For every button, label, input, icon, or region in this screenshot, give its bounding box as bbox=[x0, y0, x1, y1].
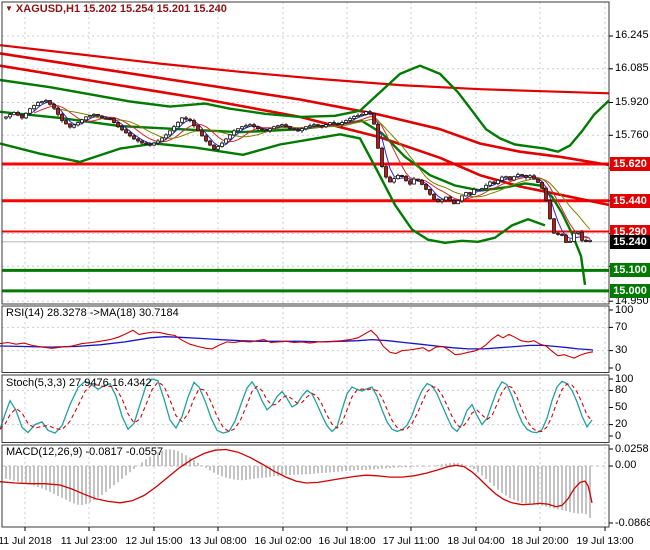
band-green-lower bbox=[0, 133, 546, 245]
symbol-title: ▼ XAGUSD,H1 15.202 15.254 15.201 15.240 bbox=[5, 3, 227, 15]
time-axis-label: 17 Jul 11:00 bbox=[382, 535, 440, 547]
time-axis-label: 13 Jul 08:00 bbox=[189, 535, 247, 547]
price-tick-label: 15.760 bbox=[615, 128, 649, 141]
symbol-title-text: XAGUSD,H1 15.202 15.254 15.201 15.240 bbox=[15, 3, 227, 15]
rsi-indicator-label: RSI(14) 28.3278 ->MA(18) 30.7184 bbox=[6, 307, 179, 319]
macd-histogram bbox=[5, 449, 591, 518]
stoch-tick-label: 0 bbox=[615, 429, 622, 442]
pane-border bbox=[1, 1, 610, 305]
collapse-arrow-icon[interactable]: ▼ bbox=[5, 4, 13, 13]
trend-ma-red-2 bbox=[0, 52, 610, 167]
stoch-tick-label: 50 bbox=[615, 401, 628, 413]
price-badge: 15.440 bbox=[610, 193, 650, 208]
rsi-tick-label: 100 bbox=[615, 303, 634, 316]
chart-canvas[interactable] bbox=[0, 0, 650, 550]
stoch-indicator-label: Stoch(5,3,3) 27.9476 16.4342 bbox=[6, 376, 152, 389]
price-badge: 15.620 bbox=[610, 157, 650, 171]
price-tick-label: 16.085 bbox=[615, 62, 649, 75]
time-axis-label: 19 Jul 13:00 bbox=[576, 535, 634, 547]
rsi-tick-label: 30 bbox=[615, 344, 628, 357]
macd-tick-label: -0.0868 bbox=[615, 516, 650, 529]
macd-tick-label: 0.00 bbox=[615, 459, 637, 472]
time-axis-label: 16 Jul 18:00 bbox=[318, 535, 376, 547]
ma-fast-blue bbox=[17, 101, 591, 239]
stoch-tick-label: 80 bbox=[615, 383, 628, 396]
time-axis-label: 16 Jul 02:00 bbox=[254, 535, 312, 547]
price-tick-label: 15.920 bbox=[615, 96, 649, 109]
rsi-tick-label: 70 bbox=[615, 320, 628, 333]
price-badge: 15.000 bbox=[610, 283, 650, 298]
price-badge: 15.240 bbox=[610, 234, 650, 249]
macd-indicator-label: MACD(12,26,9) -0.0817 -0.0557 bbox=[6, 446, 164, 458]
time-axis-label: 12 Jul 15:00 bbox=[125, 535, 183, 547]
time-axis-label: 18 Jul 04:00 bbox=[447, 535, 505, 547]
macd-tick-label: 0.0258 bbox=[615, 442, 649, 455]
time-axis-label: 11 Jul 23:00 bbox=[60, 535, 118, 547]
chart-window: ▼ XAGUSD,H1 15.202 15.254 15.201 15.240 R… bbox=[0, 0, 650, 550]
price-tick-label: 16.245 bbox=[615, 29, 649, 42]
time-axis-label: 18 Jul 20:00 bbox=[511, 535, 569, 547]
price-badge: 15.100 bbox=[610, 263, 650, 278]
